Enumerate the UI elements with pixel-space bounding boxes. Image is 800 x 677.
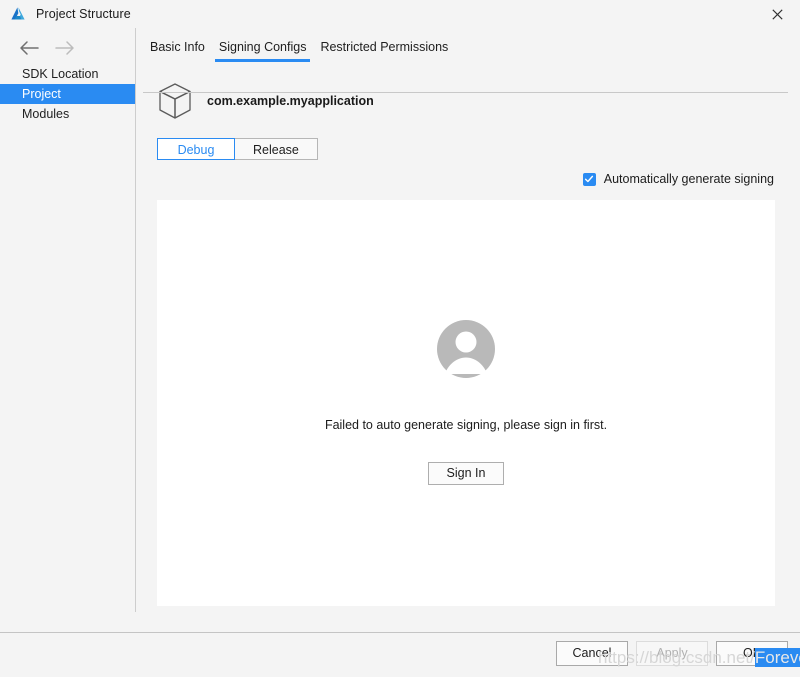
user-avatar-icon — [437, 320, 495, 378]
cancel-button[interactable]: Cancel — [556, 641, 628, 666]
auto-generate-signing-row: Automatically generate signing — [137, 172, 774, 186]
navigation-arrows — [0, 28, 135, 62]
sidebar-item-modules[interactable]: Modules — [0, 104, 135, 124]
title-bar: Project Structure — [0, 0, 800, 28]
variant-button-debug[interactable]: Debug — [157, 138, 235, 160]
footer-bar: Cancel Apply OK — [0, 633, 800, 677]
auto-generate-signing-checkbox[interactable] — [582, 172, 596, 186]
ok-button-label: OK — [742, 646, 762, 660]
variant-label: Debug — [177, 143, 215, 157]
tab-label: Basic Info — [150, 40, 205, 54]
android-studio-logo-icon — [11, 7, 25, 20]
main-pane: Basic Info Signing Configs Restricted Pe… — [137, 28, 800, 612]
close-icon — [771, 8, 783, 20]
sidebar-item-label: Modules — [22, 107, 70, 121]
arrow-left-icon[interactable] — [18, 40, 40, 56]
sign-in-button[interactable]: Sign In — [428, 462, 504, 485]
cube-icon — [159, 83, 191, 119]
footer-button-group: Cancel Apply OK — [556, 641, 788, 666]
signing-content-panel: Failed to auto generate signing, please … — [157, 200, 775, 606]
package-row: com.example.myapplication — [137, 60, 800, 120]
tab-signing-configs[interactable]: Signing Configs — [212, 40, 314, 62]
project-structure-dialog: Project Structure SDK Location Project M… — [0, 0, 800, 677]
window-title: Project Structure — [36, 7, 131, 21]
sign-in-message: Failed to auto generate signing, please … — [324, 418, 608, 432]
sign-in-button-label: Sign In — [446, 466, 486, 480]
tab-label: Signing Configs — [218, 40, 307, 54]
sidebar-item-label: Project — [22, 87, 61, 101]
tab-restricted-permissions[interactable]: Restricted Permissions — [313, 40, 455, 60]
tab-separator — [143, 92, 788, 93]
arrow-right-icon[interactable] — [54, 40, 76, 56]
auto-generate-signing-label: Automatically generate signing — [603, 172, 774, 186]
build-variant-toggle: Debug Release — [157, 138, 800, 160]
sidebar-item-project[interactable]: Project — [0, 84, 135, 104]
sign-in-block: Failed to auto generate signing, please … — [157, 318, 775, 485]
apply-button[interactable]: Apply — [636, 641, 708, 666]
tab-bar: Basic Info Signing Configs Restricted Pe… — [137, 28, 800, 62]
sidebar: SDK Location Project Modules — [0, 28, 136, 612]
variant-button-release[interactable]: Release — [234, 138, 318, 160]
tab-basic-info[interactable]: Basic Info — [143, 40, 212, 60]
variant-label: Release — [253, 143, 299, 157]
package-name: com.example.myapplication — [207, 94, 374, 108]
ok-button[interactable]: OK — [716, 641, 788, 666]
sidebar-item-label: SDK Location — [22, 67, 99, 81]
cancel-button-label: Cancel — [572, 646, 612, 660]
checkmark-icon — [585, 175, 594, 183]
sidebar-item-sdk-location[interactable]: SDK Location — [0, 64, 135, 84]
apply-button-label: Apply — [656, 646, 688, 660]
sidebar-list: SDK Location Project Modules — [0, 64, 135, 124]
close-button[interactable] — [754, 0, 800, 28]
tab-label: Restricted Permissions — [320, 40, 449, 54]
